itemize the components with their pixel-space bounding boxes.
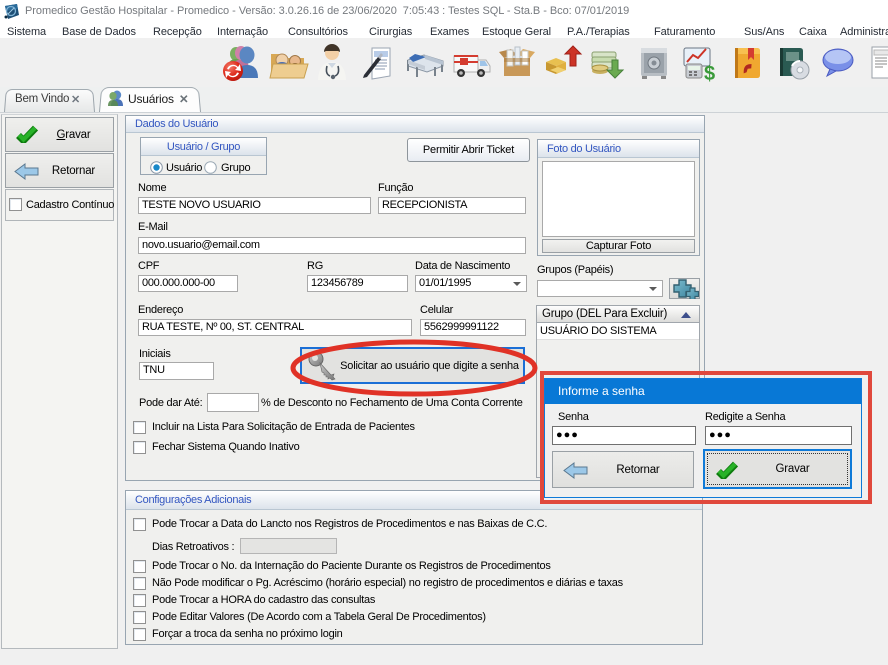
svg-text:$: $ [704, 63, 715, 84]
